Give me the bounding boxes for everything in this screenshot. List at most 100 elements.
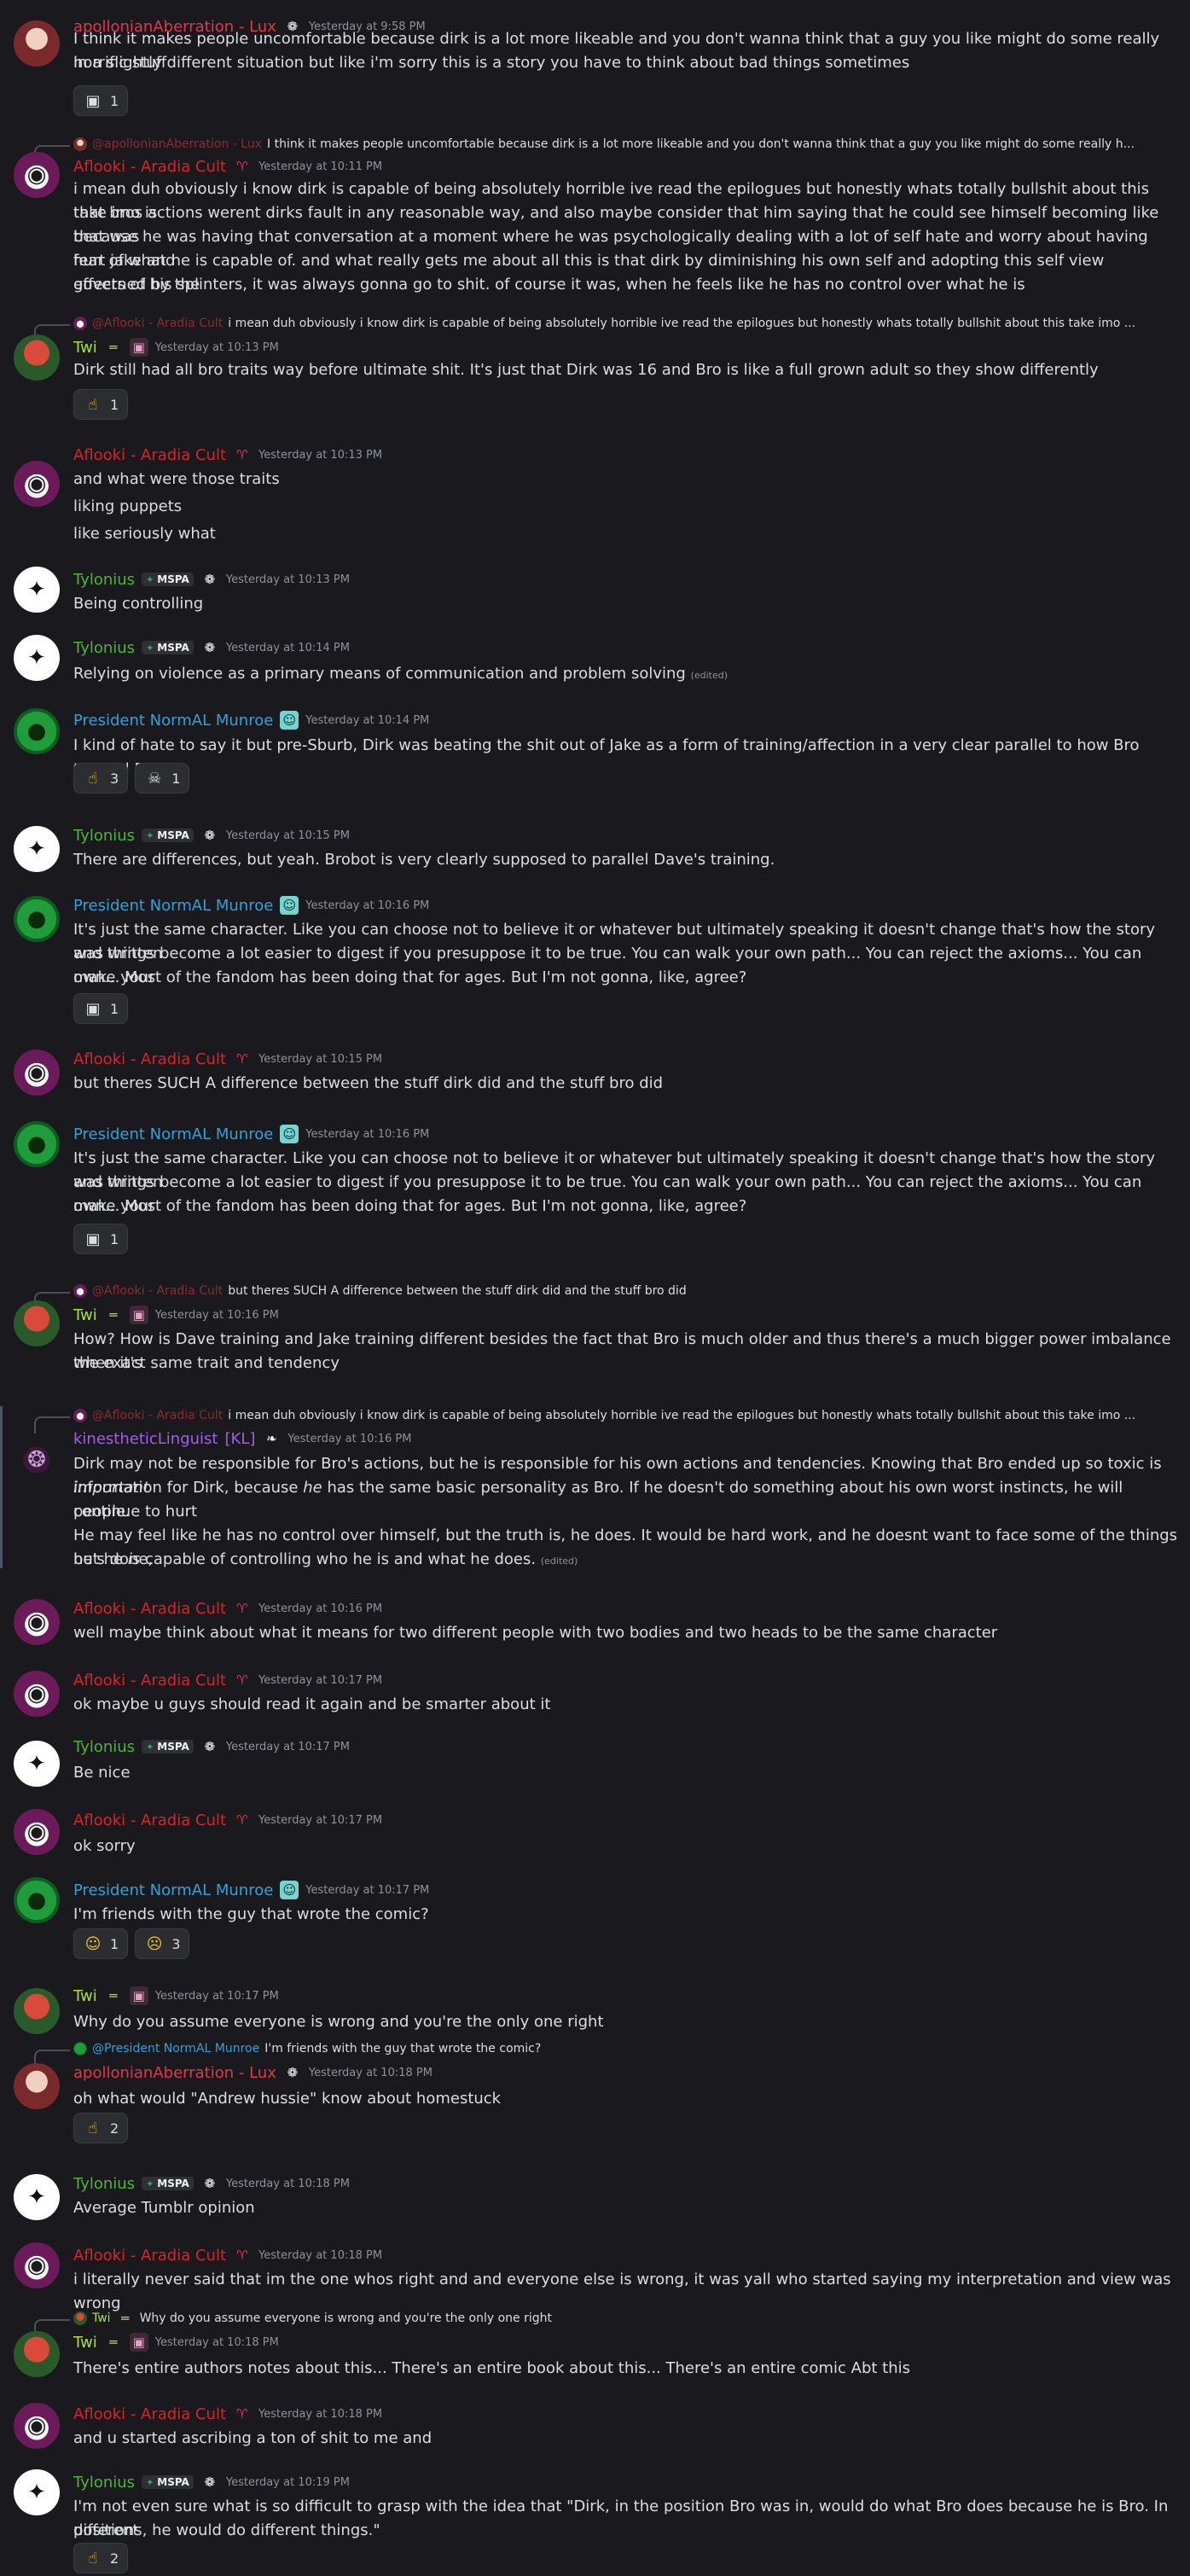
message-text: people. (73, 1503, 131, 1521)
username[interactable]: Twi (73, 1306, 97, 1324)
user-avatar[interactable]: ◉ (14, 1671, 60, 1717)
reply-username[interactable]: Twi (92, 2311, 111, 2325)
user-avatar[interactable]: ● (14, 1121, 60, 1167)
user-avatar[interactable] (14, 20, 60, 67)
reaction-count: 1 (110, 1230, 119, 1247)
user-avatar[interactable] (14, 1988, 60, 2034)
user-avatar[interactable]: ◉ (14, 461, 60, 507)
user-avatar[interactable]: ✦ (14, 2174, 60, 2220)
username[interactable]: Twi (73, 2334, 97, 2352)
username[interactable]: Aflooki - Aradia Cult (73, 2405, 226, 2423)
user-avatar[interactable] (14, 1300, 60, 1346)
user-avatar[interactable]: ◉ (14, 2403, 60, 2449)
username[interactable]: President NormAL Munroe (73, 712, 273, 730)
username[interactable]: Aflooki - Aradia Cult (73, 446, 226, 464)
username[interactable]: Aflooki - Aradia Cult (73, 1050, 226, 1068)
user-avatar[interactable]: ◉ (14, 1809, 60, 1855)
username[interactable]: kinestheticLinguist (73, 1430, 218, 1448)
reply-text: but theres SUCH A difference between the… (228, 1284, 687, 1298)
username[interactable]: apollonianAberration - Lux (73, 2064, 276, 2082)
spirograph-icon: ❁ (200, 2174, 219, 2193)
timestamp: Yesterday at 10:19 PM (225, 2475, 350, 2489)
username[interactable]: Aflooki - Aradia Cult (73, 1672, 226, 1689)
user-avatar[interactable]: ◉ (14, 1050, 60, 1096)
username[interactable]: Aflooki - Aradia Cult (73, 1811, 226, 1829)
aries-icon: ♈ (236, 2406, 248, 2422)
message-text-line: Relying on violence as a primary means o… (73, 662, 1181, 688)
username[interactable]: President NormAL Munroe (73, 897, 273, 915)
message-header: Tylonius ✦ MSPA ❁ Yesterday at 10:18 PM (73, 2174, 350, 2193)
reaction-bar: ☝ 3 ☠ 1 (73, 763, 190, 794)
user-avatar[interactable]: ✦ (14, 567, 60, 613)
wings-icon: ❧ (266, 1431, 277, 1446)
reply-username[interactable]: @Aflooki - Aradia Cult (92, 1409, 223, 1422)
reaction-button[interactable]: ☝ 1 (73, 389, 129, 420)
user-avatar[interactable]: ❂ (14, 1437, 60, 1483)
username[interactable]: Aflooki - Aradia Cult (73, 1600, 226, 1618)
username[interactable]: Tylonius (73, 827, 135, 845)
reply-preview[interactable]: @apollonianAberration - Lux I think it ma… (73, 135, 1185, 154)
username[interactable]: President NormAL Munroe (73, 1125, 273, 1143)
reaction-bar: ▣ 1 (73, 993, 129, 1024)
user-avatar[interactable] (14, 2063, 60, 2109)
message-header: Tylonius ✦ MSPA ❁ Yesterday at 10:14 PM (73, 638, 350, 657)
timestamp: Yesterday at 10:13 PM (154, 340, 279, 354)
reply-preview[interactable]: @Aflooki - Aradia Cult but theres SUCH A … (73, 1282, 1185, 1300)
username[interactable]: Aflooki - Aradia Cult (73, 2247, 226, 2265)
username[interactable]: Tylonius (73, 571, 135, 589)
user-avatar[interactable]: ◉ (14, 2242, 60, 2288)
username[interactable]: Twi (73, 339, 97, 357)
sticker-icon: ▣ (85, 1230, 101, 1248)
username[interactable]: Tylonius (73, 639, 135, 657)
mspa-logo-icon: ✦ (146, 642, 154, 654)
reaction-button[interactable]: ☺ 1 (73, 1928, 129, 1959)
reply-preview[interactable]: @President NormAL Munroe I'm friends with… (73, 2039, 1185, 2058)
reaction-button[interactable]: ☹ 3 (135, 1928, 190, 1959)
user-avatar[interactable]: ✦ (14, 826, 60, 872)
user-avatar[interactable]: ✦ (14, 2469, 60, 2515)
reply-username[interactable]: @Aflooki - Aradia Cult (92, 1284, 223, 1298)
username[interactable]: Tylonius (73, 2175, 135, 2193)
username[interactable]: Tylonius (73, 2474, 135, 2492)
reply-avatar (73, 317, 87, 330)
picture-frame-icon: ▣ (129, 2333, 148, 2352)
user-avatar[interactable]: ◉ (14, 1599, 60, 1645)
mspa-badge-label: MSPA (157, 642, 189, 654)
reaction-button[interactable]: ▣ 1 (73, 1224, 129, 1254)
username[interactable]: Aflooki - Aradia Cult (73, 158, 226, 176)
user-avatar[interactable]: ✦ (14, 1741, 60, 1787)
username[interactable]: Tylonius (73, 1738, 135, 1756)
aries-icon: ♈ (236, 159, 248, 174)
spirograph-icon: ❁ (200, 826, 219, 845)
user-avatar[interactable] (14, 334, 60, 381)
message-text: like seriously what (73, 525, 216, 543)
reaction-button[interactable]: ▣ 1 (73, 993, 129, 1024)
user-avatar[interactable]: ● (14, 1877, 60, 1923)
user-avatar[interactable] (14, 2331, 60, 2377)
reply-username[interactable]: @President NormAL Munroe (92, 2042, 259, 2056)
user-avatar[interactable]: ◉ (14, 152, 60, 198)
reaction-button[interactable]: ☝ 2 (73, 2113, 129, 2143)
reply-username[interactable]: @Aflooki - Aradia Cult (92, 317, 223, 330)
reply-preview[interactable]: @Aflooki - Aradia Cult i mean duh obvious… (73, 1406, 1185, 1425)
avatar-glyph: ✦ (27, 1751, 46, 1776)
reaction-button[interactable]: ☠ 1 (135, 763, 190, 794)
message-text-line: Why do you assume everyone is wrong and … (73, 2010, 1181, 2034)
reply-avatar (73, 1284, 87, 1298)
reply-preview[interactable]: @Aflooki - Aradia Cult i mean duh obvious… (73, 314, 1185, 333)
reply-preview[interactable]: Twi ═ Why do you assume everyone is wrong … (73, 2309, 1185, 2328)
user-avatar[interactable]: ● (14, 708, 60, 754)
user-avatar[interactable]: ● (14, 896, 60, 942)
message-header: kinestheticLinguist [KL] ❧ Yesterday at 10:… (73, 1429, 411, 1448)
reply-username[interactable]: @apollonianAberration - Lux (92, 137, 262, 151)
message-header: Tylonius ✦ MSPA ❁ Yesterday at 10:17 PM (73, 1737, 350, 1756)
avatar-glyph: ✦ (27, 645, 46, 671)
username[interactable]: President NormAL Munroe (73, 1881, 273, 1899)
reaction-button[interactable]: ▣ 1 (73, 85, 129, 116)
username[interactable]: Twi (73, 1987, 97, 2005)
reaction-button[interactable]: ☝ 2 (73, 2543, 129, 2573)
user-avatar[interactable]: ✦ (14, 635, 60, 681)
message-text-line: Be nice (73, 1761, 1181, 1785)
reaction-button[interactable]: ☝ 3 (73, 763, 129, 794)
reaction-count: 2 (110, 2550, 119, 2567)
